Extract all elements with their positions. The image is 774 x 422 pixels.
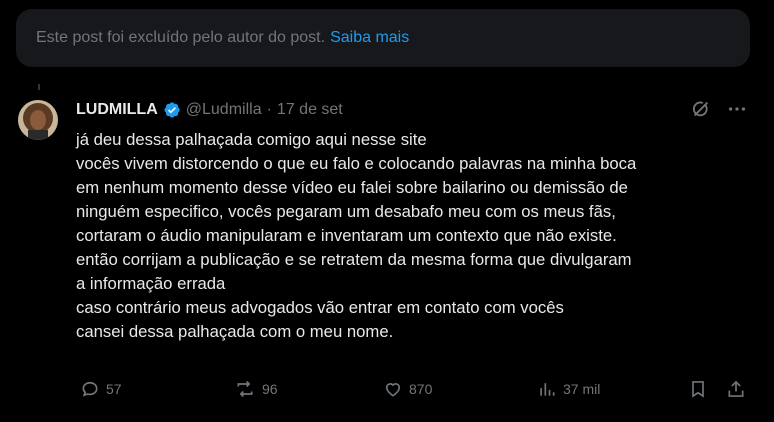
repost-count: 96 [262,381,278,397]
reply-button[interactable]: 57 [80,376,122,402]
post-line: então corrijam a publicação e se retrate… [76,250,632,269]
more-icon[interactable] [726,98,748,120]
author-handle[interactable]: @Ludmilla [186,100,262,120]
post-text: já deu dessa palhaçada comigo aqui nesse… [76,128,756,344]
repost-button[interactable]: 96 [234,376,278,402]
deleted-post-notice: Este post foi excluído pelo autor do pos… [16,9,750,67]
like-icon [383,379,403,399]
like-button[interactable]: 870 [383,376,432,402]
learn-more-link[interactable]: Saiba mais [330,29,409,47]
post-line: cortaram o áudio manipularam e inventara… [76,226,617,245]
views-count: 37 mil [563,381,601,397]
post-header: LUDMILLA @Ludmilla · 17 de set [76,100,343,120]
avatar[interactable] [18,100,58,140]
bookmark-icon [688,379,708,399]
author-name[interactable]: LUDMILLA [76,100,158,120]
separator-dot: · [266,101,272,118]
post-line: ninguém especifico, vocês pegaram um des… [76,202,616,221]
views-icon [537,379,557,399]
post-line: a informação errada [76,274,226,293]
post-date[interactable]: 17 de set [277,100,343,120]
share-button[interactable] [726,376,746,402]
post-line: caso contrário meus advogados vão entrar… [76,298,564,317]
verified-badge-icon [163,101,181,119]
like-count: 870 [409,381,433,397]
post-line: vocês vivem distorcendo o que eu falo e … [76,154,637,173]
post-line: em nenhum momento desse vídeo eu falei s… [76,178,628,197]
deleted-post-text: Este post foi excluído pelo autor do pos… [36,29,326,46]
reply-count: 57 [106,381,122,397]
reply-icon [80,379,100,399]
thread-connector [38,84,40,90]
grok-icon[interactable] [690,98,712,120]
post-actions: 57 96 870 37 mil [76,376,748,402]
repost-icon [234,379,256,399]
post-line: já deu dessa palhaçada comigo aqui nesse… [76,130,427,149]
bookmark-button[interactable] [688,376,708,402]
post-top-actions [690,98,748,120]
views-button[interactable]: 37 mil [537,376,600,402]
post-line: cansei dessa palhaçada com o meu nome. [76,322,394,341]
share-icon [726,379,746,399]
